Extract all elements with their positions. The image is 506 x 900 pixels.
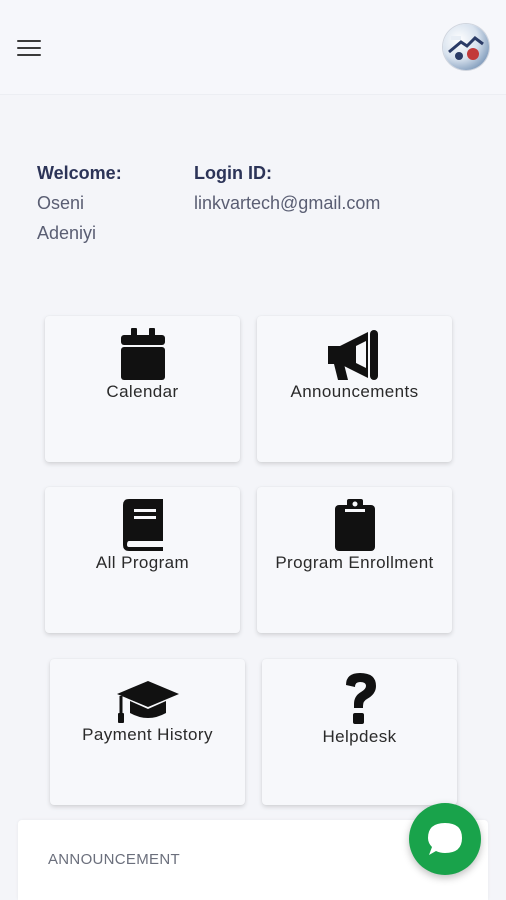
book-icon xyxy=(122,499,163,551)
tile-label: Payment History xyxy=(82,725,213,744)
login-id-block: Login ID: linkvartech@gmail.com xyxy=(194,158,380,218)
user-avatar[interactable] xyxy=(443,24,489,70)
user-last-name: Adeniyi xyxy=(37,223,97,243)
welcome-label: Welcome: xyxy=(37,163,122,183)
tile-label: Calendar xyxy=(106,382,179,401)
megaphone-icon xyxy=(327,330,378,380)
announcement-panel-title: ANNOUNCEMENT xyxy=(48,851,180,868)
tile-all-program[interactable]: All Program xyxy=(45,487,240,633)
chat-button[interactable] xyxy=(409,803,481,875)
graduation-cap-icon xyxy=(116,681,179,723)
calendar-icon xyxy=(120,328,165,380)
clipboard-icon xyxy=(334,499,375,551)
tile-label: Helpdesk xyxy=(322,727,397,746)
chat-bubble-icon xyxy=(428,823,462,855)
tile-payment-history[interactable]: Payment History xyxy=(50,659,245,805)
tile-program-enrollment[interactable]: Program Enrollment xyxy=(257,487,452,633)
login-id-value: linkvartech@gmail.com xyxy=(194,193,381,213)
top-app-bar xyxy=(0,0,506,95)
tile-helpdesk[interactable]: Helpdesk xyxy=(262,659,457,805)
user-first-name: Oseni xyxy=(37,193,85,213)
question-mark-icon xyxy=(345,673,376,724)
tile-label: Program Enrollment xyxy=(275,553,434,572)
tile-announcements[interactable]: Announcements xyxy=(257,316,452,462)
tile-calendar[interactable]: Calendar xyxy=(45,316,240,462)
tile-label: Announcements xyxy=(290,382,419,401)
welcome-block: Welcome: Oseni Adeniyi xyxy=(37,158,122,248)
tile-label: All Program xyxy=(95,553,190,572)
hamburger-menu-icon[interactable] xyxy=(16,38,42,58)
login-id-label: Login ID: xyxy=(194,163,272,183)
